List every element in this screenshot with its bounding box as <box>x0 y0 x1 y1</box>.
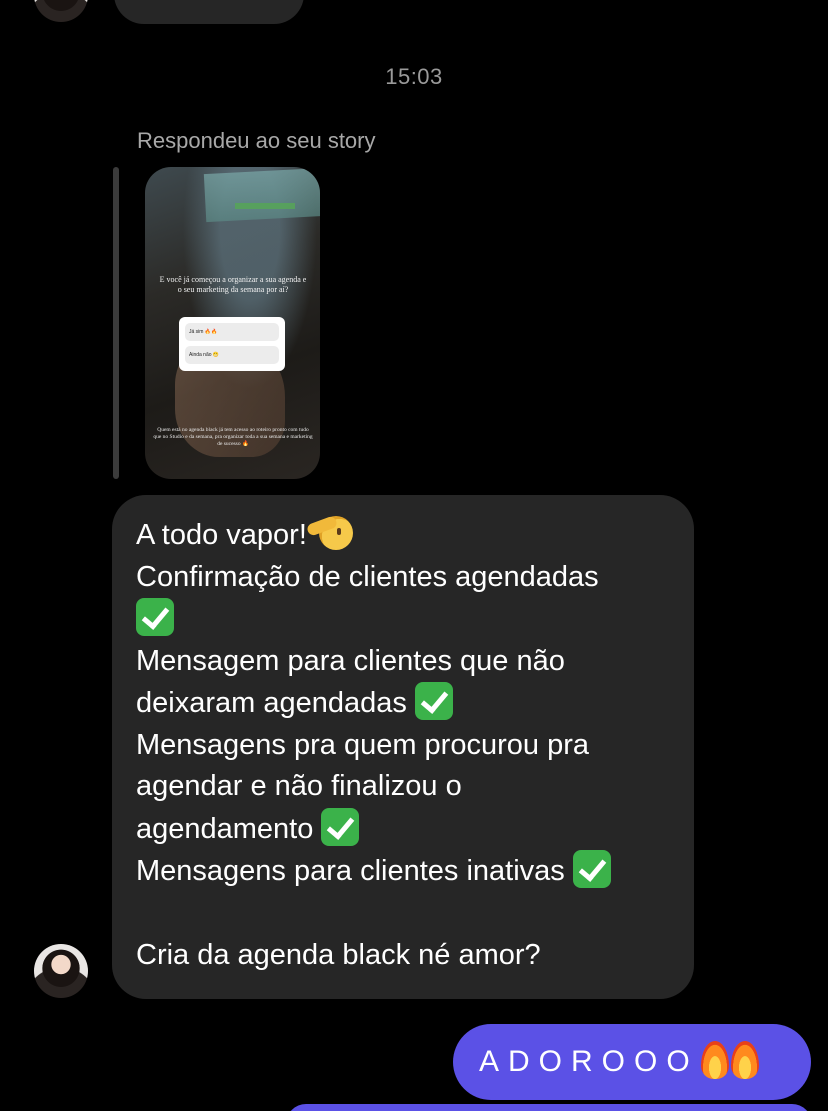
story-image-laptop-screen <box>203 167 320 223</box>
message-line-text: deixaram agendadas <box>136 687 407 719</box>
fire-icon <box>700 1041 729 1079</box>
check-mark-icon <box>414 682 453 720</box>
message-line: Mensagens para clientes inativas <box>136 850 670 893</box>
saluting-face-icon <box>318 516 353 550</box>
message-timestamp: 15:03 <box>385 64 443 89</box>
next-sent-message-bubble[interactable] <box>286 1104 812 1111</box>
message-line: Mensagem para clientes que não <box>136 644 565 677</box>
message-line: Confirmação de clientes agendadas <box>136 560 599 593</box>
message-line <box>136 598 670 641</box>
story-caption-text: Quem está no agenda black já tem acesso … <box>153 427 313 447</box>
poll-option: Ainda não 😬 <box>185 346 279 364</box>
check-mark-icon <box>321 807 360 846</box>
message-line: agendar e não finalizou o <box>136 770 462 802</box>
sent-message-bubble[interactable]: ADOROOO <box>453 1024 811 1100</box>
sender-avatar[interactable] <box>34 0 88 22</box>
received-message-bubble[interactable]: A todo vapor! Confirmação de clientes ag… <box>112 495 694 999</box>
check-mark-icon <box>136 598 174 636</box>
check-mark-icon <box>572 850 611 888</box>
message-line: agendamento <box>136 807 670 851</box>
story-image-screen-detail <box>235 203 295 209</box>
message-line-text: Mensagens para clientes inativas <box>136 855 565 887</box>
message-line: deixaram agendadas <box>136 682 670 725</box>
story-thumbnail[interactable]: E você já começou a organizar a sua agen… <box>145 167 320 479</box>
message-line: Mensagens pra quem procurou pra <box>136 728 589 761</box>
previous-message-bubble[interactable] <box>114 0 304 24</box>
message-line-text: A todo vapor! <box>136 519 307 551</box>
story-question-text: E você já começou a organizar a sua agen… <box>159 275 307 294</box>
fire-icon <box>730 1041 759 1079</box>
poll-option: Já sim 🔥🔥 <box>185 323 279 341</box>
message-line-text: agendamento <box>136 812 314 845</box>
dm-thread: 15:03 Respondeu ao seu story E você já c… <box>0 0 828 1111</box>
message-line: A todo vapor! <box>136 515 670 557</box>
sender-avatar[interactable] <box>34 944 88 998</box>
reply-indicator-bar <box>113 167 119 479</box>
message-line: Cria da agenda black né amor? <box>136 938 541 971</box>
sent-message-text: ADOROOO <box>479 1045 699 1078</box>
story-poll: Já sim 🔥🔥 Ainda não 😬 <box>179 317 285 371</box>
story-reply-label: Respondeu ao seu story <box>137 128 376 153</box>
